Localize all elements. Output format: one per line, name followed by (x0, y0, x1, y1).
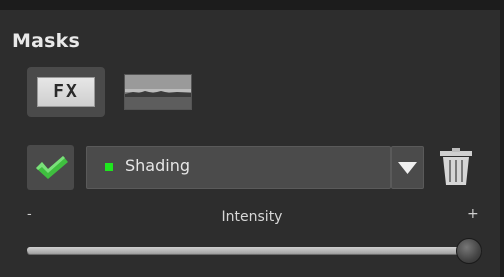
fx-label: FX (37, 77, 95, 107)
intensity-slider[interactable] (27, 238, 482, 264)
intensity-slider-fill (27, 247, 468, 253)
trash-icon (440, 148, 472, 185)
intensity-max-label: + (467, 206, 479, 222)
intensity-label: Intensity (221, 209, 283, 225)
checkmark-icon (36, 156, 68, 179)
mask-select[interactable]: Shading (86, 146, 391, 189)
mask-enable-toggle[interactable] (27, 145, 74, 190)
intensity-slider-thumb[interactable] (456, 238, 482, 264)
mask-select-arrow-button[interactable] (391, 146, 424, 189)
triangle-down-icon (398, 162, 417, 174)
image-mask-button[interactable] (124, 74, 192, 110)
top-border (0, 0, 504, 10)
delete-mask-button[interactable] (437, 146, 475, 188)
mask-select-value: Shading (125, 156, 190, 175)
landscape-thumbnail-icon (125, 75, 191, 109)
fx-mask-button[interactable]: FX (27, 67, 105, 117)
masks-panel: Masks FX Shading - Intensity + (0, 0, 504, 277)
mask-status-indicator (105, 163, 113, 171)
panel-title: Masks (12, 30, 80, 52)
right-border (500, 0, 504, 277)
